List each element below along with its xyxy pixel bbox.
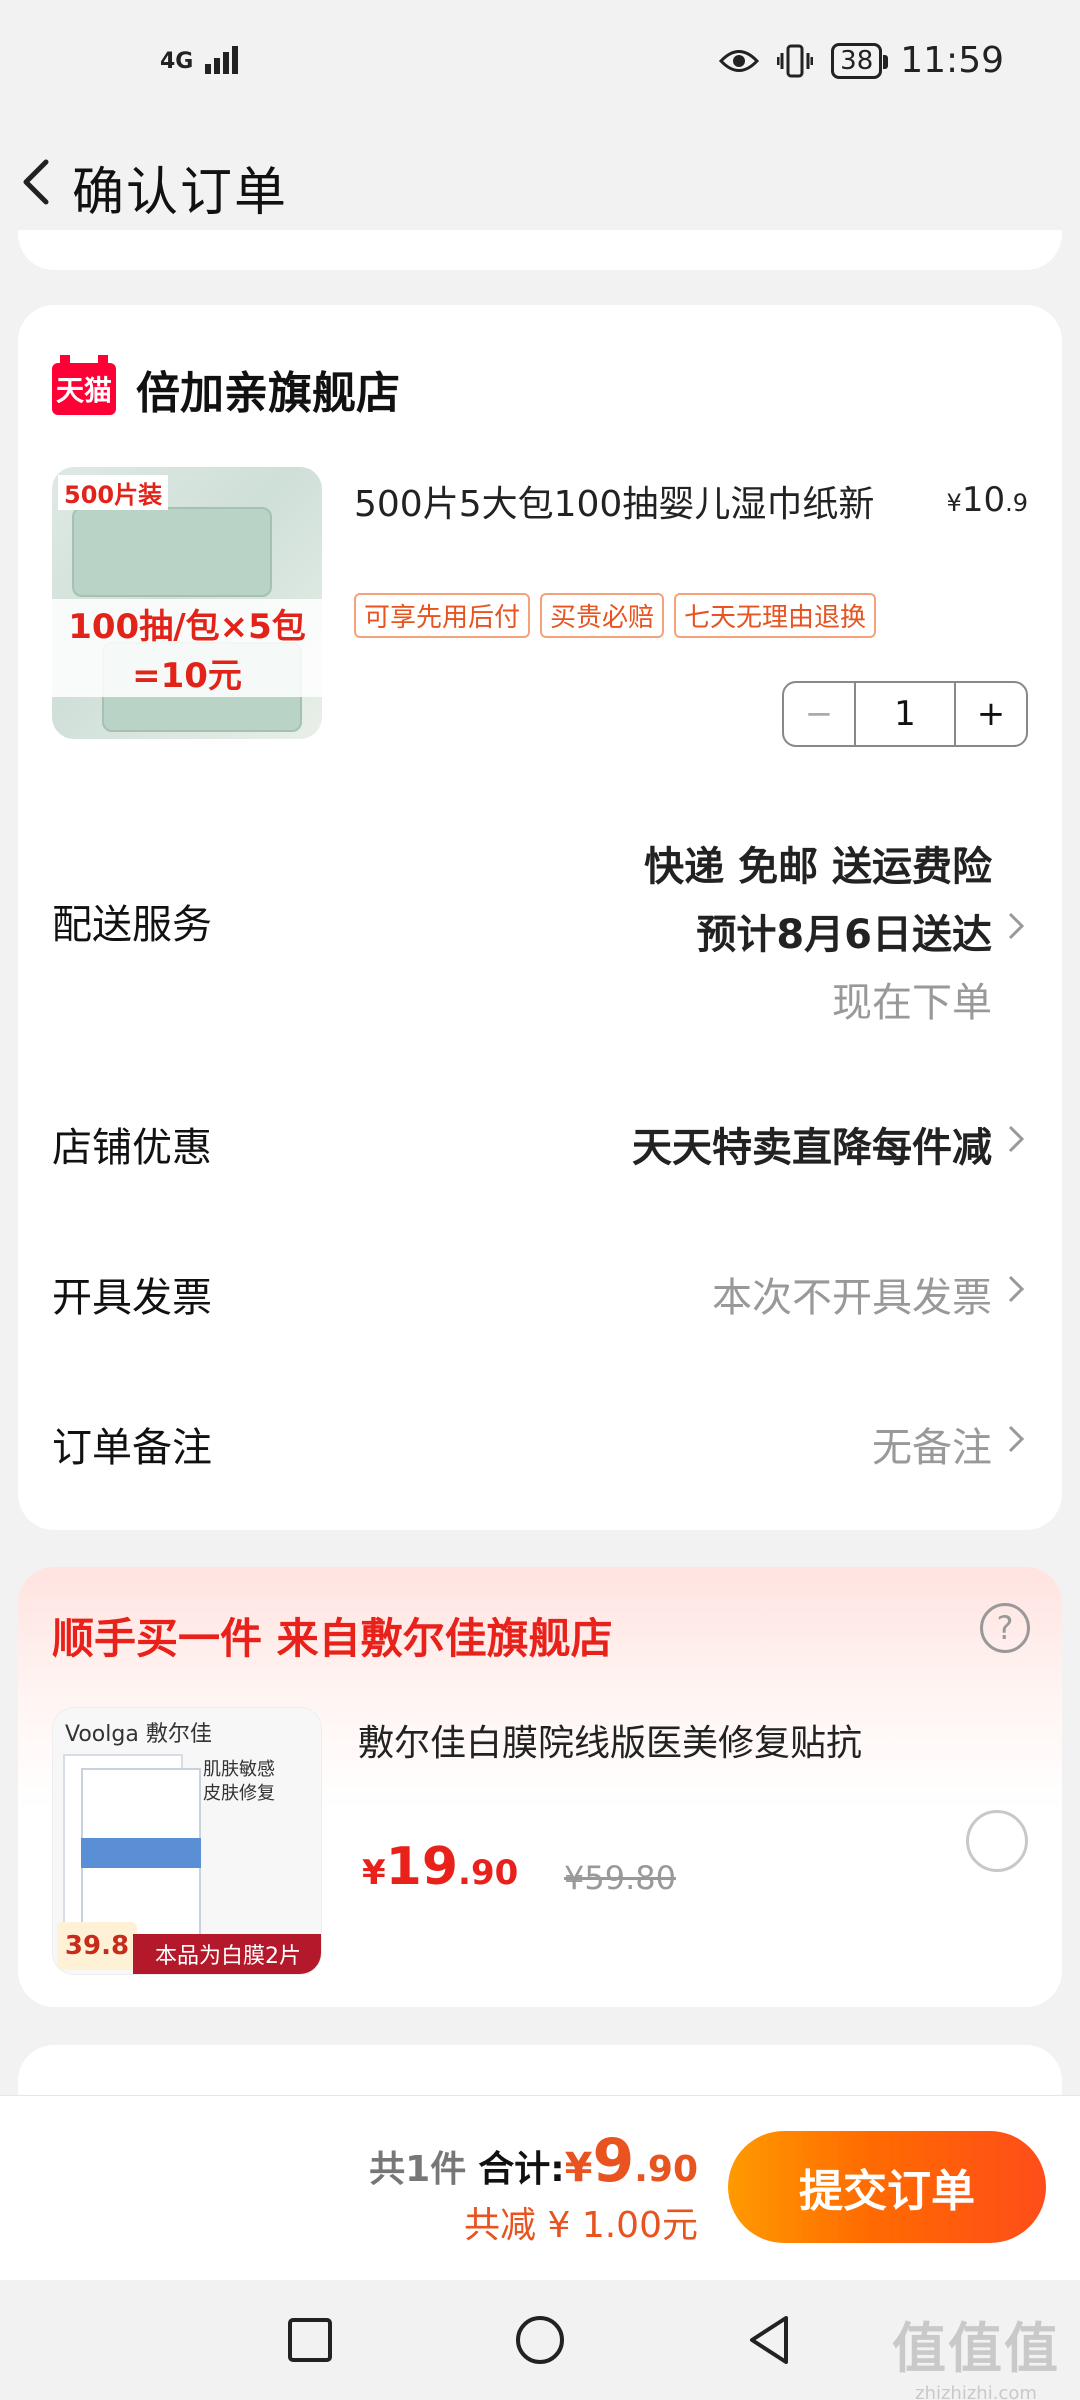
invoice-value: 本次不开具发票 [712, 1275, 992, 1321]
delivery-note: 现在下单 [832, 980, 992, 1026]
quantity-value[interactable]: 1 [856, 683, 954, 745]
product-title[interactable]: 500片5大包100抽婴儿湿巾纸新 [354, 475, 874, 527]
signal-bars-icon [205, 46, 241, 74]
tmall-logo: 天猫 [52, 355, 116, 415]
status-right: 38 11:59 [719, 40, 1004, 81]
upsell-product-image[interactable]: Voolga 敷尔佳 肌肤敏感 皮肤修复 39.8 本品为白膜2片 [52, 1707, 322, 1975]
battery-icon: 38 [831, 42, 889, 79]
total-discount: 共减 ¥ 1.00元 [464, 2205, 698, 2246]
eye-icon [719, 49, 760, 72]
upsell-image-price: 39.8 [57, 1922, 137, 1970]
chevron-right-icon [1008, 1125, 1025, 1153]
status-bar: 4G 38 11:59 [0, 0, 1080, 130]
nav-back-icon[interactable] [742, 2312, 798, 2368]
delivery-eta: 预计8月6日送达 [696, 912, 992, 958]
delivery-label: 配送服务 [52, 902, 212, 948]
shop-row[interactable]: 天猫 倍加亲旗舰店 [52, 355, 400, 421]
upsell-image-bubble: 肌肤敏感 皮肤修复 [203, 1759, 275, 1804]
shop-discount-row[interactable]: 店铺优惠 天天特卖直降每件减 [52, 1115, 1028, 1175]
vibrate-icon [777, 44, 814, 77]
shop-discount-value: 天天特卖直降每件减 [632, 1125, 992, 1171]
chevron-right-icon [1008, 1275, 1025, 1303]
product-image-tag: 500片装 [58, 475, 169, 510]
invoice-label: 开具发票 [52, 1275, 212, 1321]
network-type: 4G [160, 49, 194, 74]
home-icon[interactable] [512, 2312, 568, 2368]
service-tags: 可享先用后付 买贵必赔 七天无理由退换 [354, 593, 877, 638]
upsell-product-title[interactable]: 敷尔佳白膜院线版医美修复贴抗 [358, 1714, 862, 1766]
header: 确认订单 [0, 130, 1080, 240]
remark-row[interactable]: 订单备注 无备注 [52, 1415, 1028, 1475]
watermark: 值值值 zhizhizhi.com [892, 2304, 1060, 2400]
increase-button[interactable]: + [954, 683, 1026, 745]
recent-apps-icon[interactable] [282, 2312, 338, 2368]
total-amount: 9 [592, 2126, 635, 2196]
product-image-banner: 100抽/包×5包=10元 [52, 599, 322, 697]
upsell-image-band: 本品为白膜2片 [133, 1934, 321, 1974]
checkout-bar: 共1件 合计:¥9.90 共减 ¥ 1.00元 提交订单 [0, 2095, 1080, 2280]
decrease-button[interactable]: − [784, 683, 856, 745]
remark-label: 订单备注 [52, 1425, 212, 1471]
remark-value: 无备注 [872, 1425, 992, 1471]
total-label: 合计: [478, 2149, 565, 2190]
submit-order-button[interactable]: 提交订单 [728, 2131, 1046, 2243]
previous-card-edge [18, 230, 1062, 270]
tag-pay-later: 可享先用后付 [354, 593, 531, 638]
item-count: 共1件 [369, 2149, 467, 2190]
shop-name: 倍加亲旗舰店 [136, 368, 400, 419]
product-image[interactable]: 500片装 100抽/包×5包=10元 [52, 467, 322, 739]
watermark-url: zhizhizhi.com [915, 2383, 1037, 2400]
upsell-title: 顺手买一件 来自敷尔佳旗舰店 [52, 1614, 613, 1663]
upsell-original-price: ¥59.80 [564, 1859, 676, 1897]
signal-indicator: 4G [160, 46, 241, 74]
back-arrow-icon[interactable] [8, 152, 68, 212]
clock: 11:59 [900, 40, 1004, 81]
upsell-price: ¥19.90 [362, 1837, 519, 1897]
chevron-right-icon [1008, 912, 1025, 940]
delivery-row[interactable]: 配送服务 快递 免邮 送运费险 预计8月6日送达 现在下单 [52, 830, 1028, 1026]
battery-level: 38 [840, 45, 874, 76]
page-title: 确认订单 [72, 163, 289, 223]
upsell-select-radio[interactable] [966, 1810, 1028, 1872]
delivery-method: 快递 免邮 送运费险 [644, 844, 992, 890]
shop-discount-label: 店铺优惠 [52, 1125, 212, 1171]
tag-price-guarantee: 买贵必赔 [540, 593, 665, 638]
help-icon[interactable]: ? [980, 1603, 1030, 1653]
upsell-card: 顺手买一件 来自敷尔佳旗舰店 ? Voolga 敷尔佳 肌肤敏感 皮肤修复 39… [18, 1567, 1062, 2007]
upsell-image-brand: Voolga 敷尔佳 [65, 1722, 212, 1747]
order-total: 共1件 合计:¥9.90 [369, 2126, 698, 2196]
invoice-row[interactable]: 开具发票 本次不开具发票 [52, 1265, 1028, 1325]
product-price: ¥10.9 [946, 480, 1028, 520]
tag-seven-day-return: 七天无理由退换 [674, 593, 877, 638]
chevron-right-icon [1008, 1425, 1025, 1453]
watermark-logo: 值值值 [892, 2317, 1060, 2380]
quantity-stepper: − 1 + [782, 681, 1028, 747]
order-card: 天猫 倍加亲旗舰店 500片装 100抽/包×5包=10元 500片5大包100… [18, 305, 1062, 1530]
